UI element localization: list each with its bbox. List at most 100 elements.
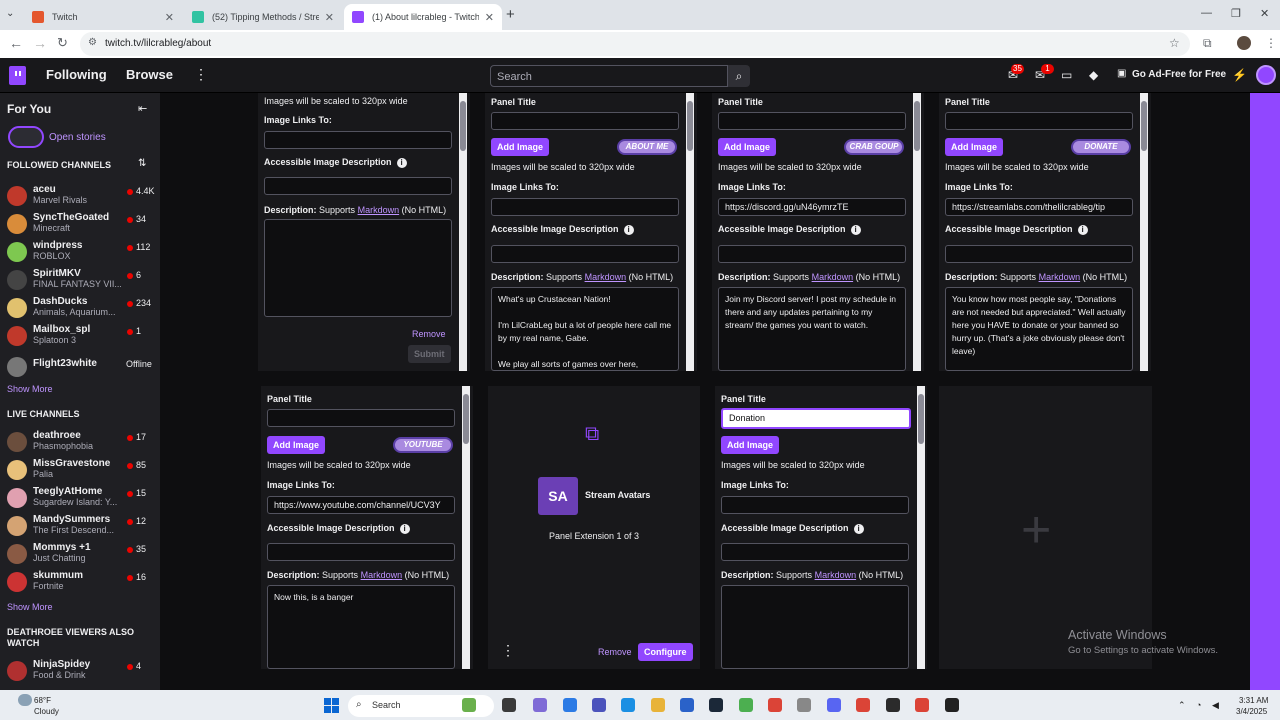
steam-icon[interactable]	[709, 698, 723, 712]
recommended-channel-item[interactable]: NinjaSpidey Food & Drink 4	[0, 657, 160, 685]
info-icon[interactable]: i	[396, 157, 407, 168]
discord-icon[interactable]	[827, 698, 841, 712]
remove-extension-button[interactable]: Remove	[598, 647, 632, 657]
task-view-icon[interactable]	[502, 698, 516, 712]
panel-scrollbar[interactable]	[459, 93, 467, 371]
twitch-logo-icon[interactable]	[9, 66, 26, 85]
restore-icon[interactable]: ❐	[1231, 7, 1241, 20]
file-explorer-icon[interactable]	[651, 698, 665, 712]
followed-channel-item[interactable]: windpress ROBLOX 112	[0, 238, 160, 266]
live-channel-item[interactable]: skummum Fortnite 16	[0, 568, 160, 596]
panel-title-input[interactable]	[267, 409, 455, 427]
description-textarea[interactable]	[264, 219, 452, 317]
image-link-input[interactable]: https://www.youtube.com/channel/UCV3Y	[267, 496, 455, 514]
bookmark-star-icon[interactable]: ☆	[1169, 36, 1180, 50]
panel-scrollbar[interactable]	[686, 93, 694, 371]
minimize-icon[interactable]: —	[1201, 7, 1212, 19]
add-image-button[interactable]: Add Image	[721, 436, 780, 454]
clock-time[interactable]: 3:31 AM	[1239, 696, 1268, 705]
accessible-desc-input[interactable]	[718, 245, 906, 263]
microsoft-store-icon[interactable]	[563, 698, 577, 712]
close-tab-icon[interactable]: ✕	[325, 11, 334, 24]
reload-icon[interactable]: ↻	[57, 35, 68, 51]
info-icon[interactable]: i	[623, 224, 634, 235]
network-icon[interactable]: ◔	[1196, 700, 1201, 710]
followed-channel-item[interactable]: DashDucks Animals, Aquarium... 234	[0, 294, 160, 322]
followed-channel-item[interactable]: aceu Marvel Rivals 4.4K	[0, 182, 160, 210]
live-channel-item[interactable]: MandySummers The First Descend... 12	[0, 512, 160, 540]
go-ad-free-button[interactable]: Go Ad-Free for Free	[1132, 69, 1226, 80]
accessible-desc-input[interactable]	[267, 543, 455, 561]
close-tab-icon[interactable]: ✕	[165, 11, 174, 24]
search-input[interactable]: Search	[490, 65, 728, 87]
live-channel-item[interactable]: MissGravestone Palia 85	[0, 456, 160, 484]
address-bar[interactable]: ⚙ twitch.tv/lilcrableg/about	[80, 32, 1190, 56]
windows-start-icon[interactable]	[324, 698, 340, 714]
copilot-icon[interactable]	[533, 698, 547, 712]
stories-avatar[interactable]	[8, 126, 44, 148]
markdown-link[interactable]: Markdown	[585, 272, 627, 282]
turbo-icon[interactable]: ⚡	[1232, 68, 1247, 82]
panel-scrollbar[interactable]	[913, 93, 921, 371]
browser-menu-icon[interactable]: ⋮	[1265, 36, 1277, 50]
site-info-icon[interactable]: ⚙	[88, 37, 97, 48]
accessible-desc-input[interactable]	[721, 543, 909, 561]
markdown-link[interactable]: Markdown	[812, 272, 854, 282]
back-icon[interactable]: ←	[9, 35, 23, 51]
image-link-input[interactable]	[721, 496, 909, 514]
panel-scrollbar[interactable]	[1140, 93, 1148, 371]
user-avatar[interactable]	[1256, 65, 1276, 85]
extension-menu-icon[interactable]: ⋮	[501, 642, 515, 659]
more-options-icon[interactable]: ⋮	[194, 66, 208, 83]
panel-title-input[interactable]: Donation	[721, 408, 911, 429]
obs-icon[interactable]	[945, 698, 959, 712]
volume-icon[interactable]: ◀	[1212, 700, 1219, 711]
chrome-icon[interactable]	[768, 698, 782, 712]
bits-icon[interactable]: ◆	[1089, 68, 1098, 82]
browser-tab-active[interactable]: (1) About lilcrableg - Twitch ✕	[344, 4, 502, 30]
weather-cloud-icon[interactable]	[18, 694, 32, 706]
edge-icon[interactable]	[621, 698, 635, 712]
followed-channel-item[interactable]: Flight23white Offline	[0, 353, 160, 381]
nav-following[interactable]: Following	[46, 67, 107, 82]
info-icon[interactable]: i	[853, 523, 864, 534]
search-highlight-icon[interactable]	[462, 698, 476, 712]
info-icon[interactable]: i	[399, 523, 410, 534]
followed-channel-item[interactable]: Mailbox_spl Splatoon 3 1	[0, 322, 160, 350]
panel-title-input[interactable]	[945, 112, 1133, 130]
followed-channel-item[interactable]: SyncTheGoated Minecraft 34	[0, 210, 160, 238]
panel-scrollbar[interactable]	[462, 386, 470, 669]
panel-scrollbar[interactable]	[917, 386, 925, 669]
add-image-button[interactable]: Add Image	[491, 138, 550, 156]
live-channel-item[interactable]: deathroee Phasmophobia 17	[0, 428, 160, 456]
teams-icon[interactable]	[592, 698, 606, 712]
followed-channel-item[interactable]: SpiritMKV FINAL FANTASY VII... 6	[0, 266, 160, 294]
settings-icon[interactable]	[797, 698, 811, 712]
clock-date[interactable]: 3/4/2025	[1236, 707, 1267, 716]
extensions-icon[interactable]: ⧉	[1203, 36, 1212, 51]
description-textarea[interactable]: What's up Crustacean Nation! I'm LilCrab…	[491, 287, 679, 371]
search-icon[interactable]: ⌕	[728, 65, 750, 87]
info-icon[interactable]: i	[1077, 224, 1088, 235]
image-link-input[interactable]: https://discord.gg/uN46ymrzTE	[718, 198, 906, 216]
panel-title-input[interactable]	[491, 112, 679, 130]
tab-search-icon[interactable]: ⌄	[6, 8, 14, 19]
show-more-followed-link[interactable]: Show More	[7, 384, 53, 394]
chrome-icon[interactable]	[915, 698, 929, 712]
configure-extension-button[interactable]: Configure	[638, 643, 693, 661]
browser-tab[interactable]: Twitch ✕	[24, 4, 182, 30]
add-image-button[interactable]: Add Image	[718, 138, 777, 156]
new-tab-icon[interactable]: +	[506, 6, 515, 23]
terminal-icon[interactable]	[886, 698, 900, 712]
submit-button[interactable]: Submit	[408, 345, 451, 363]
weather-description[interactable]: Cloudy	[34, 707, 59, 716]
close-tab-icon[interactable]: ✕	[485, 11, 494, 24]
whispers-icon[interactable]: ▭	[1061, 68, 1072, 82]
forward-icon[interactable]: →	[33, 35, 47, 51]
accessible-desc-input[interactable]	[491, 245, 679, 263]
markdown-link[interactable]: Markdown	[815, 570, 857, 580]
close-window-icon[interactable]: ✕	[1260, 7, 1269, 20]
image-link-input[interactable]	[491, 198, 679, 216]
markdown-link[interactable]: Markdown	[1039, 272, 1081, 282]
add-panel-plus-icon[interactable]: +	[1021, 500, 1051, 560]
